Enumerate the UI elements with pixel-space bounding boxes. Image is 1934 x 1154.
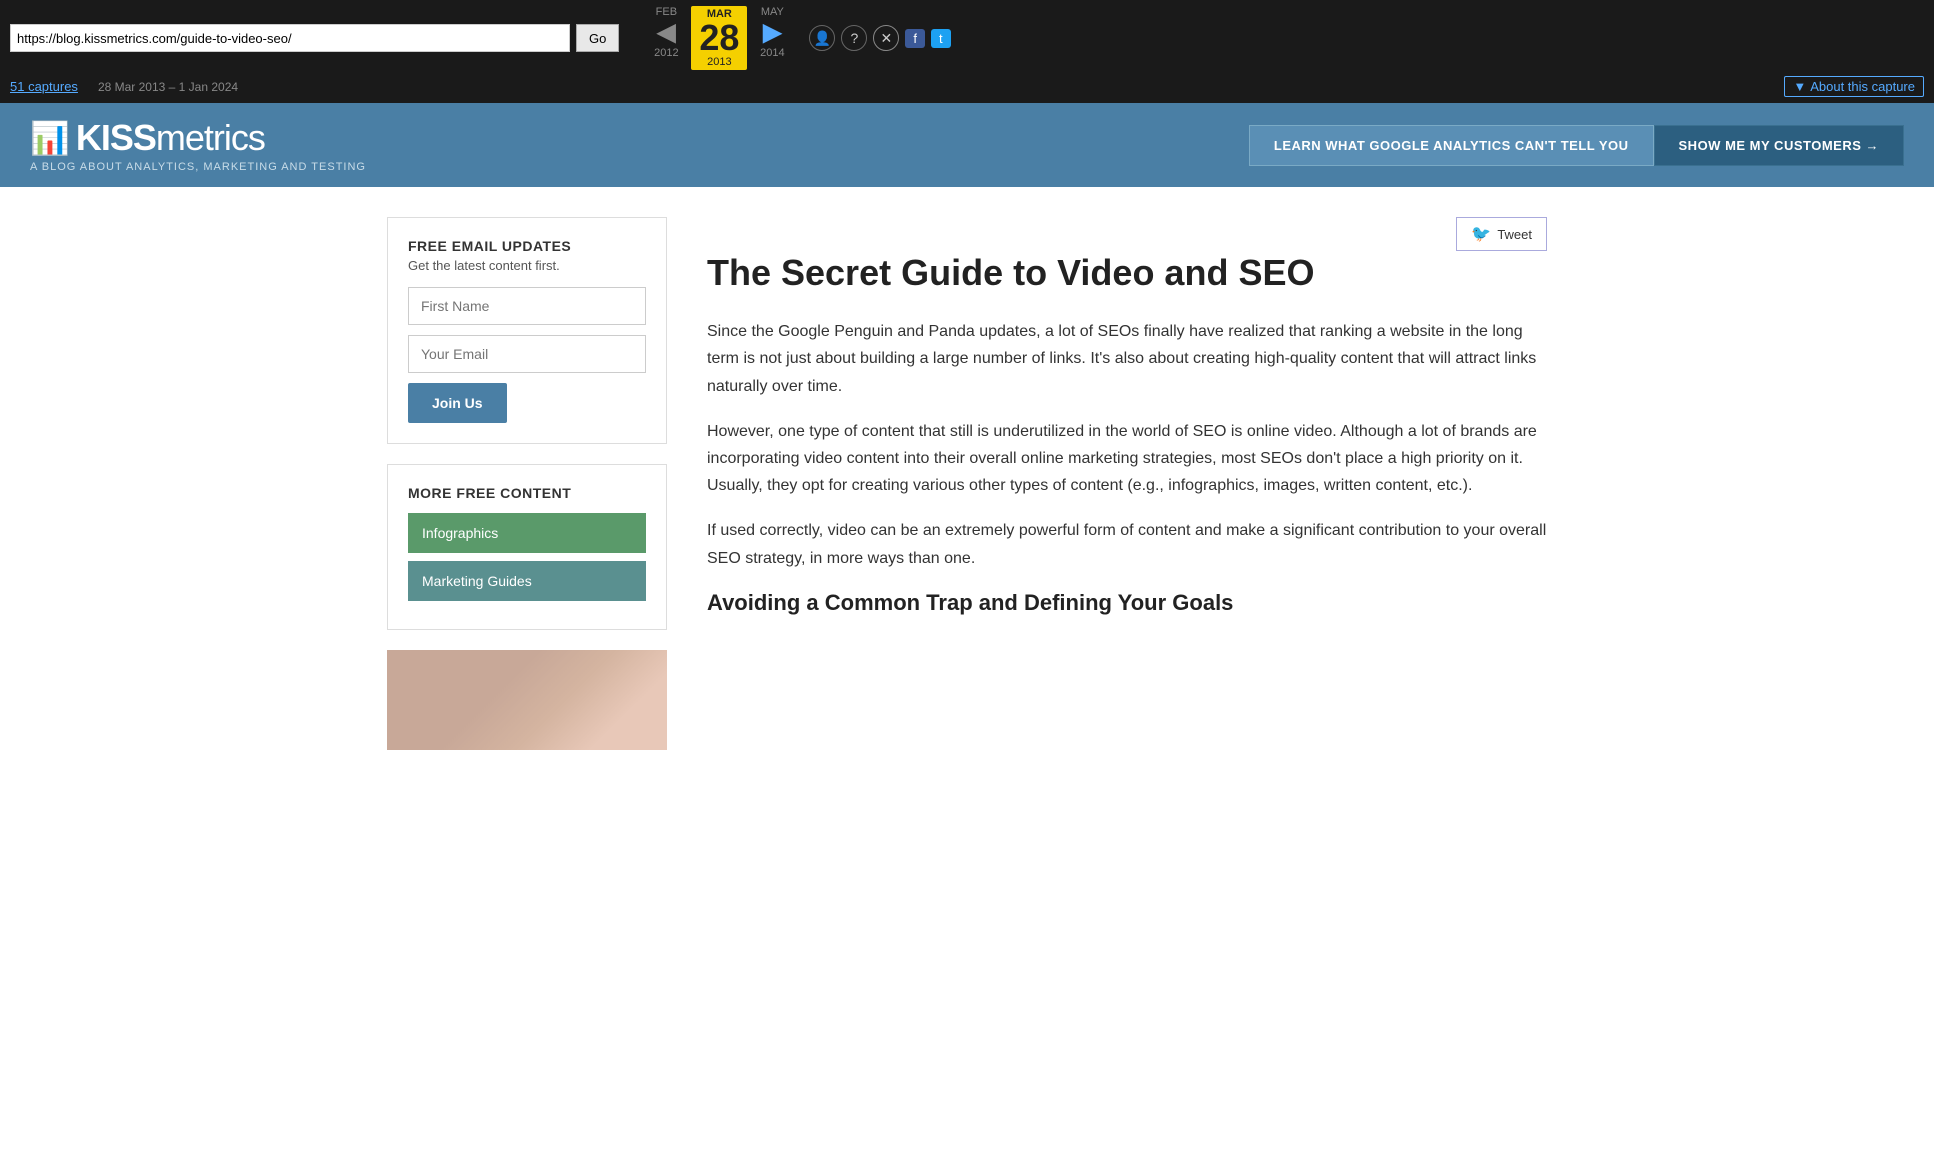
first-name-field[interactable] (408, 287, 646, 325)
email-signup-box: FREE EMAIL UPDATES Get the latest conten… (387, 217, 667, 444)
article-title: The Secret Guide to Video and SEO (707, 251, 1547, 294)
wayback-icons: 👤 ? ✕ f t (809, 25, 950, 51)
cal-feb-label: FEB (656, 6, 677, 18)
close-icon[interactable]: ✕ (873, 25, 899, 51)
marketing-guides-button[interactable]: Marketing Guides (408, 561, 646, 601)
article-paragraph-2: However, one type of content that still … (707, 418, 1547, 500)
captures-date: 28 Mar 2013 – 1 Jan 2024 (98, 80, 238, 94)
more-content-title: MORE FREE CONTENT (408, 485, 646, 501)
wayback-bar: Go FEB ◀ 2012 MAR 28 2013 MAY ▶ 2014 (0, 0, 1934, 76)
twitter-icon[interactable]: t (931, 29, 951, 48)
cal-mar-year: 2013 (707, 56, 731, 68)
more-content-box: MORE FREE CONTENT Infographics Marketing… (387, 464, 667, 630)
about-capture-label: About this capture (1810, 79, 1915, 94)
logo-metrics: metrics (156, 117, 265, 158)
header-cta-area: LEARN WHAT GOOGLE ANALYTICS CAN'T TELL Y… (1249, 125, 1904, 166)
email-signup-subtitle: Get the latest content first. (408, 258, 646, 273)
calendar-nav: FEB ◀ 2012 MAR 28 2013 MAY ▶ 2014 (645, 6, 793, 70)
tweet-label: Tweet (1497, 227, 1532, 242)
help-icon[interactable]: ? (841, 25, 867, 51)
cal-mar-active: MAR 28 2013 (691, 6, 747, 70)
wayback-go-button[interactable]: Go (576, 24, 619, 52)
article-subheading: Avoiding a Common Trap and Defining Your… (707, 590, 1547, 616)
chevron-down-icon: ▼ (1793, 79, 1806, 94)
article-paragraph-3: If used correctly, video can be an extre… (707, 517, 1547, 571)
cal-may: MAY ▶ 2014 (751, 6, 793, 59)
site-header: 📊 KISSmetrics A BLOG ABOUT ANALYTICS, MA… (0, 103, 1934, 187)
site-logo: 📊 KISSmetrics (30, 117, 366, 159)
join-button[interactable]: Join Us (408, 383, 507, 423)
cal-may-year: 2014 (760, 47, 784, 59)
show-customers-button[interactable]: SHOW ME MY CUSTOMERS → (1654, 125, 1904, 166)
logo-text: KISSmetrics (76, 117, 265, 159)
site-tagline: A BLOG ABOUT ANALYTICS, MARKETING AND TE… (30, 161, 366, 173)
cal-may-arrow[interactable]: ▶ (763, 18, 781, 47)
logo-kiss: KISS (76, 117, 156, 158)
sidebar: FREE EMAIL UPDATES Get the latest conten… (387, 217, 667, 750)
wayback-url-row: Go FEB ◀ 2012 MAR 28 2013 MAY ▶ 2014 (10, 6, 1924, 70)
article-area: 🐦 Tweet The Secret Guide to Video and SE… (707, 217, 1547, 750)
captures-row: 51 captures 28 Mar 2013 – 1 Jan 2024 ▼ A… (0, 76, 1934, 103)
tweet-btn-wrapper: 🐦 Tweet (707, 217, 1547, 251)
tweet-button[interactable]: 🐦 Tweet (1456, 217, 1547, 251)
learn-cta-button[interactable]: LEARN WHAT GOOGLE ANALYTICS CAN'T TELL Y… (1249, 125, 1654, 166)
article-paragraph-1: Since the Google Penguin and Panda updat… (707, 318, 1547, 400)
wayback-url-input[interactable] (10, 24, 570, 52)
cal-feb-arrow[interactable]: ◀ (657, 18, 675, 47)
email-field[interactable] (408, 335, 646, 373)
twitter-bird-icon: 🐦 (1471, 224, 1491, 244)
cal-feb-year: 2012 (654, 47, 678, 59)
about-capture-button[interactable]: ▼ About this capture (1784, 76, 1924, 97)
sidebar-image (387, 650, 667, 750)
main-content: FREE EMAIL UPDATES Get the latest conten… (367, 217, 1567, 750)
captures-link[interactable]: 51 captures (10, 79, 78, 94)
cal-may-label: MAY (761, 6, 784, 18)
user-icon[interactable]: 👤 (809, 25, 835, 51)
facebook-icon[interactable]: f (905, 29, 925, 48)
cal-mar-day: 28 (699, 20, 739, 56)
logo-area: 📊 KISSmetrics A BLOG ABOUT ANALYTICS, MA… (30, 117, 366, 173)
cal-feb: FEB ◀ 2012 (645, 6, 687, 59)
email-signup-title: FREE EMAIL UPDATES (408, 238, 646, 254)
infographics-button[interactable]: Infographics (408, 513, 646, 553)
logo-icon: 📊 (30, 119, 70, 157)
